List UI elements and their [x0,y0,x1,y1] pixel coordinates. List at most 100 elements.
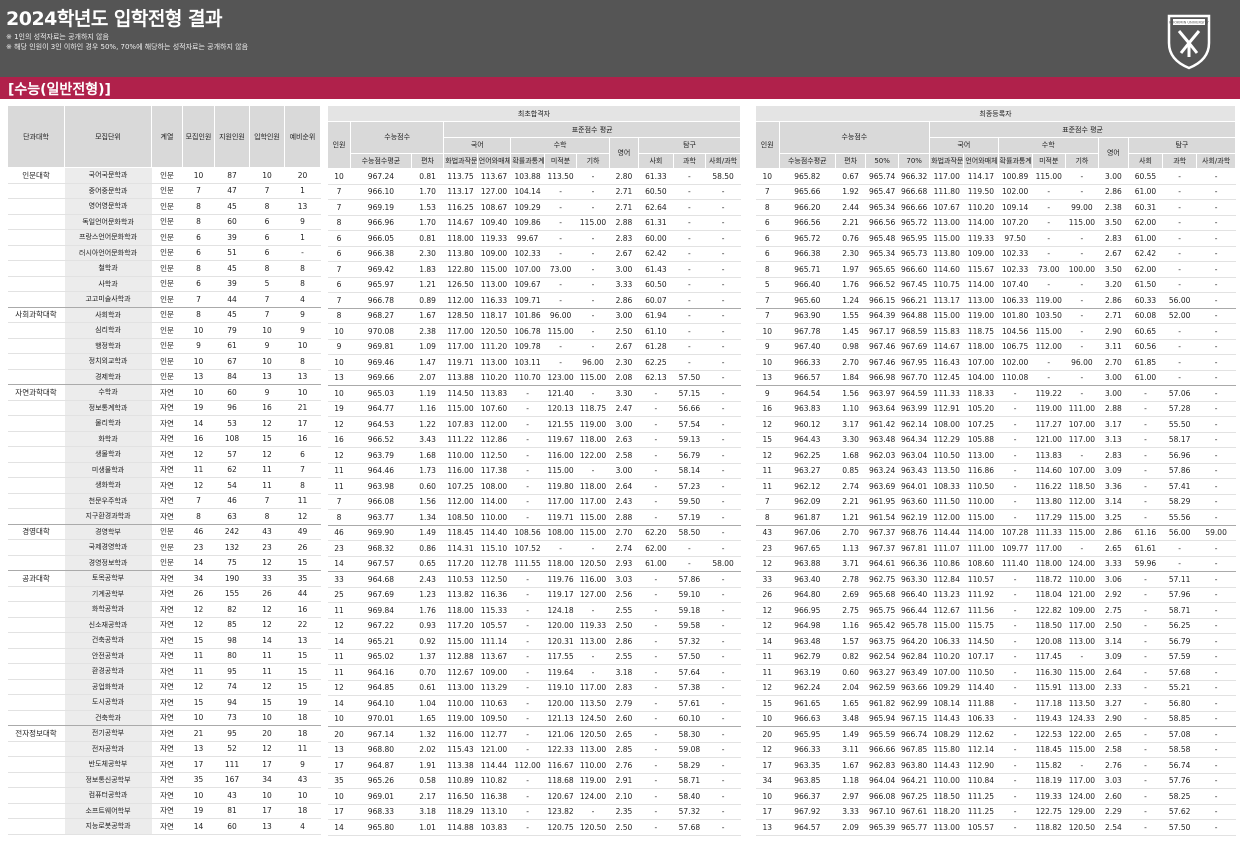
track-cell: 자연 [151,787,183,804]
waitlist-cell: 1 [284,183,321,199]
table-row: 경영대학 경영학부 인문 46 242 43 49 [7,524,321,540]
final-enrolled-cell: 12 [755,602,779,619]
final-enrolled-cell: 43 [755,525,779,541]
table-row: 12 966.33 3.11 966.66 967.85 115.80 112.14-118… [755,742,1236,758]
final-enrolled-cell: 3.20 [1098,277,1129,293]
quota-cell: 14 [182,415,215,432]
final-enrolled-cell: 56.96 [1162,447,1197,464]
final-enrolled-cell: 2.83 [1098,447,1129,464]
first-admit-cell: 109.67 [510,277,545,293]
first-admit-cell: 963.79 [350,447,412,464]
final-enrolled-cell: 114.43 [929,711,964,727]
table-row: 지구환경과학과 자연 8 63 8 12 [7,508,321,525]
final-enrolled-cell: - [1196,618,1236,634]
track-cell: 자연 [151,477,183,494]
first-admit-cell: 0.61 [411,680,444,696]
quota-cell: 10 [182,322,215,339]
waitlist-cell: 10 [284,384,321,401]
final-enrolled-cell: 115.00 [1065,742,1099,758]
final-enrolled-cell: 115.75 [963,618,999,634]
first-admit-cell: 13 [327,742,351,758]
final-enrolled-cell: 119.33 [963,230,999,247]
first-admit-cell: - [638,649,674,665]
final-enrolled-cell: 0.82 [835,649,866,665]
final-enrolled-cell: 966.52 [865,277,899,293]
college-cell [7,229,65,246]
final-enrolled-cell: 3.09 [1098,463,1129,479]
unit-cell: 컴퓨터공학과 [64,787,152,804]
first-admit-cell: 119.00 [443,711,478,727]
table-row: 17 963.35 1.67 962.83 963.80 114.43 112.90-115… [755,757,1236,774]
final-enrolled-cell: 20 [755,726,779,743]
college-cell [7,508,65,525]
first-admit-cell: 111.20 [477,339,511,355]
track-cell: 자연 [151,462,183,478]
first-admit-cell: 2.93 [609,556,639,572]
table-row: 13 969.66 2.07 113.88 110.20 110.70 123.00 115.… [327,370,741,386]
final-enrolled-cell: 118.72 [1032,571,1066,588]
first-admit-cell: 120.00 [544,695,577,712]
quota-cell: 12 [182,679,215,695]
first-admit-cell: 2.55 [609,649,639,665]
final-enrolled-cell: - [1128,463,1163,479]
final-enrolled-cell: 122.82 [1032,602,1066,619]
final-enrolled-cell: 57.68 [1162,664,1197,681]
first-admit-cell: - [705,385,741,402]
college-cell [7,493,65,509]
applicants-cell: 74 [214,679,250,695]
header-m2: 미적분 [1031,152,1066,169]
final-enrolled-cell: 110.00 [1065,571,1099,588]
final-enrolled-cell: 117.18 [1032,695,1066,712]
first-admit-cell: 970.08 [350,323,412,340]
enrolled-cell: 15 [249,431,285,447]
final-enrolled-cell: 118.33 [963,385,999,402]
first-admit-cell: 122.33 [544,742,577,758]
final-enrolled-cell: 115.00 [1065,664,1099,681]
final-enrolled-cell: - [1196,339,1236,355]
final-enrolled-cell: 26 [755,587,779,603]
first-admit-cell: - [673,556,706,572]
final-enrolled-cell: 34 [755,773,779,789]
final-enrolled-cell: - [1162,354,1197,371]
final-enrolled-cell: 10 [755,323,779,340]
final-enrolled-cell: 121.00 [1032,432,1066,448]
first-admit-cell: 57.32 [673,804,706,820]
first-admit-cell: 3.00 [609,416,639,433]
applicants-cell: 96 [214,400,250,416]
track-cell: 자연 [151,446,183,463]
first-admit-cell: - [638,509,674,526]
table-row: 10 970.08 2.38 117.00 120.50 106.78 115.00-2.5… [327,323,741,340]
table-row: 반도체공학부 자연 17 111 17 9 [7,756,321,773]
first-admit-cell: - [510,680,545,696]
table-row: 6 966.38 2.30 965.34 965.73 113.80 109.00 102.3… [755,246,1236,262]
final-enrolled-cell: 964.04 [865,773,899,789]
applicants-cell: 39 [214,276,250,292]
first-admit-cell: - [576,385,610,402]
first-admit-cell: 964.87 [350,757,412,774]
first-admit-cell: 113.88 [443,370,478,386]
first-admit-cell: 1.21 [411,277,444,293]
final-enrolled-cell: 55.50 [1162,416,1197,433]
final-enrolled-cell: - [998,602,1033,619]
first-admit-cell: 1.56 [411,494,444,510]
first-admit-cell: - [638,494,674,510]
final-enrolled-cell: 8 [755,199,779,216]
first-admit-cell: - [638,788,674,805]
first-admit-cell: - [638,633,674,650]
waitlist-cell: 15 [284,555,321,571]
header-k1: 화법과작문 [443,152,478,169]
final-enrolled-cell: 2.75 [835,602,866,619]
table-row: 46 969.90 1.49 118.45 114.40 108.56 108.00 115.… [327,525,741,541]
first-admit-cell: - [510,633,545,650]
final-enrolled-cell: 2.86 [1098,525,1129,541]
first-admit-cell: 964.46 [350,463,412,479]
quota-cell: 12 [182,477,215,494]
college-cell [7,803,65,819]
first-admit-cell: 110.00 [443,695,478,712]
final-enrolled-cell: 113.80 [929,246,964,262]
final-enrolled-cell: 960.12 [779,416,836,433]
header-t2: 과학 [672,152,707,169]
first-admit-cell: 2.86 [609,292,639,309]
table-row: 10 969.01 2.17 116.50 116.38-120.67 124.00 2.1… [327,788,741,805]
first-admit-cell: - [673,540,706,557]
